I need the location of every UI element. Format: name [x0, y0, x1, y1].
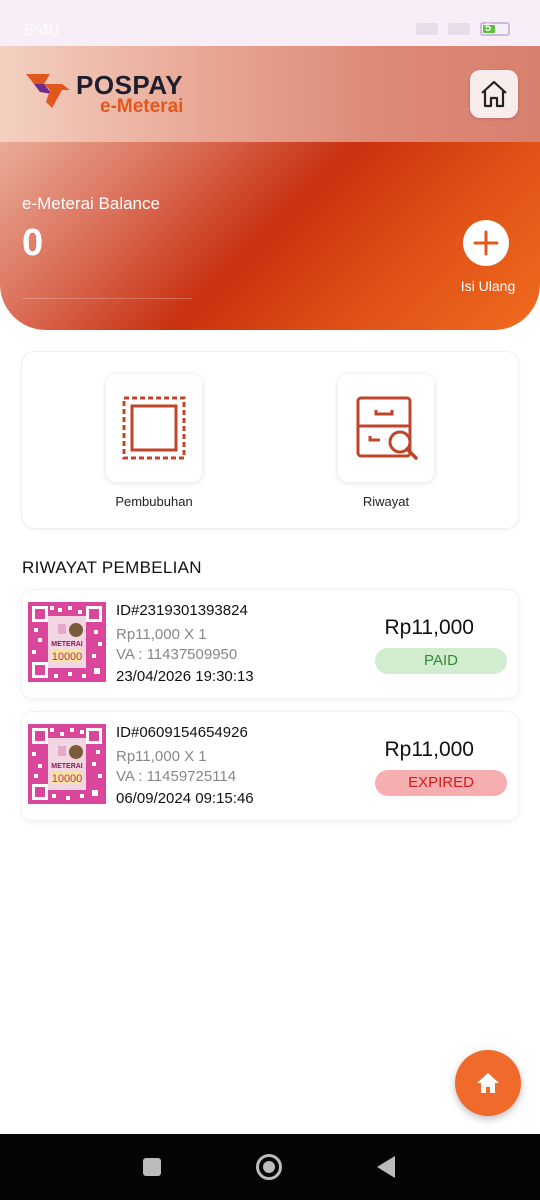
house-icon: [481, 80, 507, 108]
transaction-id: ID#2319301393824: [116, 602, 248, 619]
transaction-va: VA : 11437509950: [116, 646, 238, 663]
svg-text:10000: 10000: [52, 773, 83, 785]
back-icon[interactable]: [377, 1156, 395, 1178]
transaction-amount: Rp11,000: [384, 616, 474, 639]
transaction-date: 06/09/2024 09:15:46: [116, 790, 254, 807]
recent-apps-icon[interactable]: [143, 1158, 161, 1176]
cabinet-search-icon: [356, 396, 418, 460]
transaction-date: 23/04/2026 19:30:13: [116, 668, 254, 685]
transaction-card[interactable]: METERAI 10000 ID#0609154654926 Rp11,000 …: [22, 712, 518, 820]
status-time: 6:40: [24, 20, 60, 40]
plus-icon: [473, 230, 499, 256]
menu-card: Pembubuhan Riwayat: [22, 352, 518, 528]
status-bar: 6:40 5: [0, 0, 540, 46]
transaction-quantity: Rp11,000 X 1: [116, 748, 207, 765]
home-icon: [477, 1073, 499, 1093]
menu-item-riwayat[interactable]: Riwayat: [316, 374, 456, 509]
brand-subtitle: e-Meterai: [100, 96, 184, 117]
divider: [22, 298, 192, 299]
transaction-card[interactable]: METERAI 10000 ID#2319301393824 Rp11,000 …: [22, 590, 518, 698]
menu-label[interactable]: Riwayat: [316, 494, 456, 509]
stamp-frame-icon: [122, 396, 186, 460]
topup-label[interactable]: Isi Ulang: [456, 278, 520, 294]
balance-label: e-Meterai Balance: [22, 194, 160, 213]
transaction-id: ID#0609154654926: [116, 724, 248, 741]
emeterai-stamp-image: METERAI 10000: [28, 602, 106, 682]
svg-text:METERAI: METERAI: [51, 763, 83, 770]
battery-icon: 5: [480, 22, 510, 36]
home-nav-icon[interactable]: [256, 1154, 282, 1180]
transaction-va: VA : 11459725114: [116, 768, 237, 785]
status-badge: PAID: [375, 648, 507, 674]
wifi-icon: [448, 23, 470, 35]
system-nav-bar: [0, 1134, 540, 1200]
pospay-logo-mark-icon: [26, 74, 70, 108]
balance-header: POSPAY e-Meterai e-Meterai Balance 0 Isi…: [0, 46, 540, 330]
section-title: RIWAYAT PEMBELIAN: [22, 558, 202, 577]
transaction-quantity: Rp11,000 X 1: [116, 626, 207, 643]
transaction-amount: Rp11,000: [384, 738, 474, 761]
menu-icon-box[interactable]: [106, 374, 202, 482]
emeterai-stamp-image: METERAI 10000: [28, 724, 106, 804]
svg-text:10000: 10000: [52, 651, 83, 663]
menu-item-pembubuhan[interactable]: Pembubuhan: [84, 374, 224, 509]
home-fab-button[interactable]: [455, 1050, 521, 1116]
pospay-logo: POSPAY e-Meterai: [22, 68, 202, 120]
signal-icon: [416, 23, 438, 35]
menu-label[interactable]: Pembubuhan: [84, 494, 224, 509]
home-button[interactable]: [470, 70, 518, 118]
topup-button[interactable]: [463, 220, 509, 266]
status-badge: EXPIRED: [375, 770, 507, 796]
balance-value: 0: [22, 222, 44, 264]
status-icons: 5: [416, 22, 510, 36]
svg-text:METERAI: METERAI: [51, 641, 83, 648]
menu-icon-box[interactable]: [338, 374, 434, 482]
